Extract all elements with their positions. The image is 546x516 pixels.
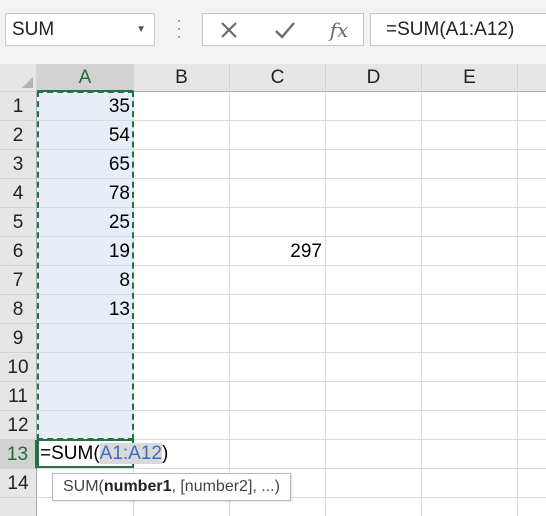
gridline <box>229 92 230 516</box>
row-header-9[interactable]: 9 <box>0 324 37 353</box>
column-header-a[interactable]: A <box>37 64 134 92</box>
tooltip-func: SUM( <box>63 478 104 495</box>
row-header-15[interactable] <box>0 498 37 516</box>
gridline <box>325 92 326 516</box>
column-header-e[interactable]: E <box>422 64 518 92</box>
formula-text: =SUM(A1:A12) <box>386 19 515 40</box>
name-box-value: SUM <box>12 19 55 40</box>
range-reference: A1:A12 <box>99 443 162 464</box>
range-border <box>37 91 134 440</box>
chevron-down-icon[interactable]: ▼ <box>136 14 146 45</box>
edit-suffix: ) <box>161 443 169 464</box>
formula-bar-area: SUM ▼ · · · fx =SUM(A1:A12) <box>0 0 546 64</box>
row-header-6[interactable]: 6 <box>0 237 37 266</box>
column-header-c[interactable]: C <box>230 64 326 92</box>
row-header-4[interactable]: 4 <box>0 179 37 208</box>
gridline <box>517 92 518 516</box>
insert-function-button[interactable]: fx <box>319 14 359 45</box>
function-tooltip[interactable]: SUM(number1, [number2], ...) <box>52 473 291 501</box>
select-all-button[interactable] <box>0 64 37 92</box>
column-header-b[interactable]: B <box>134 64 230 92</box>
cell-editor[interactable]: =SUM(A1:A12) <box>40 439 168 468</box>
row-header-12[interactable]: 12 <box>0 411 37 440</box>
row-header-10[interactable]: 10 <box>0 353 37 382</box>
row-header-5[interactable]: 5 <box>0 208 37 237</box>
formula-buttons: fx <box>202 13 364 46</box>
tooltip-rest: , [number2], ...) <box>171 478 280 495</box>
row-header-14[interactable]: 14 <box>0 469 37 498</box>
fx-label: fx <box>329 17 349 42</box>
drag-handle-icon[interactable]: · · · <box>176 11 182 45</box>
row-header-11[interactable]: 11 <box>0 382 37 411</box>
cell-c6[interactable]: 297 <box>230 237 326 266</box>
row-header-2[interactable]: 2 <box>0 121 37 150</box>
column-header-d[interactable]: D <box>326 64 422 92</box>
row-header-3[interactable]: 3 <box>0 150 37 179</box>
row-header-13[interactable]: 13 <box>0 440 37 469</box>
name-box[interactable]: SUM ▼ <box>5 13 155 46</box>
gridline <box>37 468 546 469</box>
row-header-1[interactable]: 1 <box>0 92 37 121</box>
formula-input[interactable]: =SUM(A1:A12) <box>370 13 546 46</box>
gridline <box>421 92 422 516</box>
edit-prefix: =SUM( <box>40 443 100 464</box>
column-header-f[interactable] <box>518 64 546 92</box>
check-icon[interactable] <box>265 14 305 45</box>
row-header-7[interactable]: 7 <box>0 266 37 295</box>
cancel-icon[interactable] <box>209 14 249 45</box>
worksheet-grid[interactable]: A B C D E 1 2 3 4 5 6 7 8 9 10 11 12 13 … <box>0 64 546 516</box>
row-header-8[interactable]: 8 <box>0 295 37 324</box>
tooltip-arg1[interactable]: number1 <box>104 478 172 495</box>
